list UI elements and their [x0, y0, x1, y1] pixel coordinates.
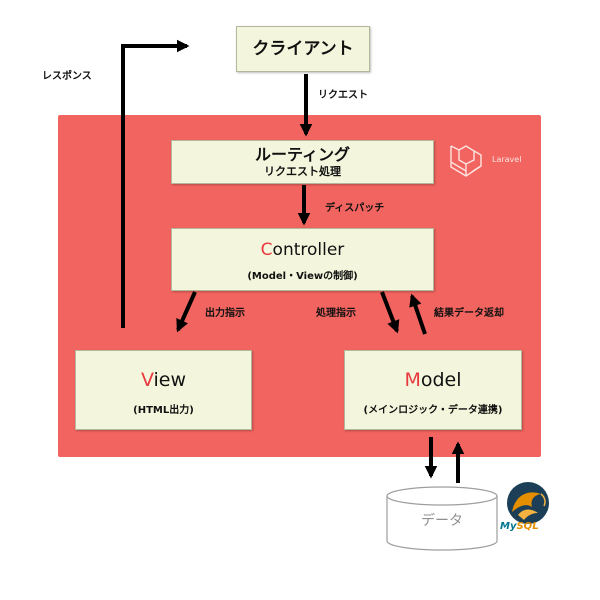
datastore-label: データ: [421, 513, 463, 529]
mysql-text-prefix: My: [500, 521, 517, 532]
controller-initial: C: [260, 240, 273, 260]
response-label: レスポンス: [42, 71, 92, 82]
model-box: Model (メインロジック・データ連携): [344, 350, 522, 430]
view-label: View: [76, 368, 251, 392]
routing-box: ルーティング リクエスト処理: [171, 140, 434, 184]
mysql-logo-text: MySQL: [500, 521, 539, 532]
controller-sublabel: (Model・Viewの制御): [247, 271, 358, 282]
process-instruction-arrow: [380, 291, 400, 334]
result-return-label: 結果データ返却: [434, 308, 504, 319]
output-instruction-arrow: [176, 291, 197, 333]
result-return-arrow: [409, 293, 427, 335]
model-initial: M: [404, 369, 421, 391]
process-instruction-label: 処理指示: [316, 308, 356, 319]
client-box: クライアント: [236, 26, 370, 72]
architecture-diagram: クライアント ルーティング リクエスト処理 Controller (Model・…: [0, 0, 600, 600]
model-label-rest: odel: [420, 369, 462, 391]
mysql-text-suffix: SQL: [516, 521, 539, 532]
controller-label-rest: ontroller: [272, 240, 345, 260]
view-initial: V: [140, 369, 154, 391]
diagram-graphics: [121, 39, 549, 551]
client-label: クライアント: [252, 39, 354, 59]
request-label: リクエスト: [318, 90, 368, 101]
output-instruction-label: 出力指示: [205, 308, 245, 319]
mysql-dolphin-icon: [507, 482, 549, 524]
view-label-rest: iew: [153, 369, 187, 391]
laravel-logo-text: Laravel: [492, 155, 522, 164]
controller-box: Controller (Model・Viewの制御): [171, 228, 434, 291]
controller-label: Controller: [172, 239, 433, 261]
dispatch-label: ディスパッチ: [325, 203, 385, 214]
laravel-logo-icon: [450, 145, 482, 177]
view-sublabel: (HTML出力): [133, 405, 194, 416]
view-box: View (HTML出力): [75, 350, 252, 430]
routing-sublabel: リクエスト処理: [264, 165, 341, 178]
routing-label: ルーティング: [254, 145, 351, 164]
model-label: Model: [345, 368, 521, 392]
model-sublabel: (メインロジック・データ連携): [363, 405, 503, 416]
